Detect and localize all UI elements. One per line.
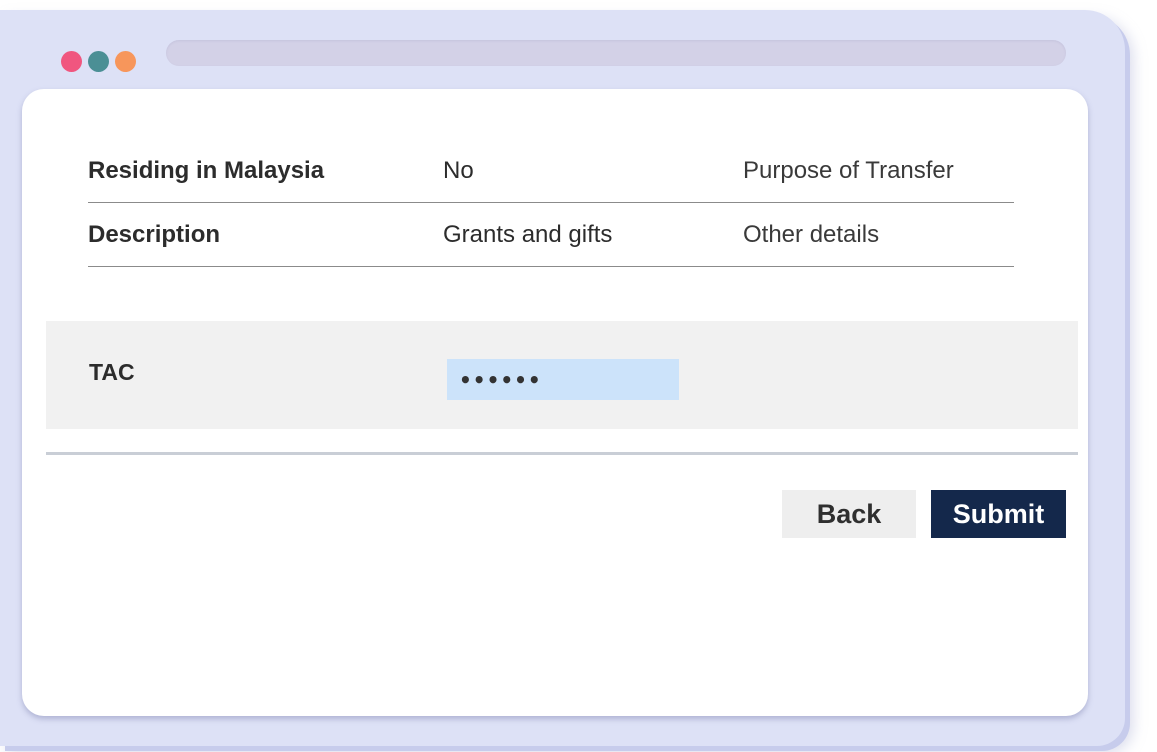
other-details-label: Other details: [743, 220, 880, 248]
residing-label: Residing in Malaysia: [88, 156, 325, 184]
window-controls: [61, 51, 136, 72]
transfer-details-table: Residing in Malaysia No Purpose of Trans…: [88, 139, 1014, 267]
detail-row-description: Description Grants and gifts Other detai…: [88, 203, 1014, 267]
close-dot-icon[interactable]: [61, 51, 82, 72]
purpose-of-transfer-label: Purpose of Transfer: [743, 156, 954, 184]
residing-value: No: [443, 156, 474, 184]
section-divider: [46, 452, 1078, 455]
content-card: Residing in Malaysia No Purpose of Trans…: [22, 89, 1088, 716]
tac-input[interactable]: [447, 359, 679, 400]
description-label: Description: [88, 220, 221, 248]
tac-panel: TAC: [46, 321, 1078, 429]
browser-window: Residing in Malaysia No Purpose of Trans…: [0, 10, 1125, 746]
description-value: Grants and gifts: [443, 220, 613, 248]
maximize-dot-icon[interactable]: [115, 51, 136, 72]
tac-label: TAC: [89, 359, 135, 385]
submit-button[interactable]: Submit: [931, 490, 1066, 538]
minimize-dot-icon[interactable]: [88, 51, 109, 72]
back-button[interactable]: Back: [782, 490, 916, 538]
detail-row-residing: Residing in Malaysia No Purpose of Trans…: [88, 139, 1014, 203]
address-bar[interactable]: [166, 40, 1066, 66]
